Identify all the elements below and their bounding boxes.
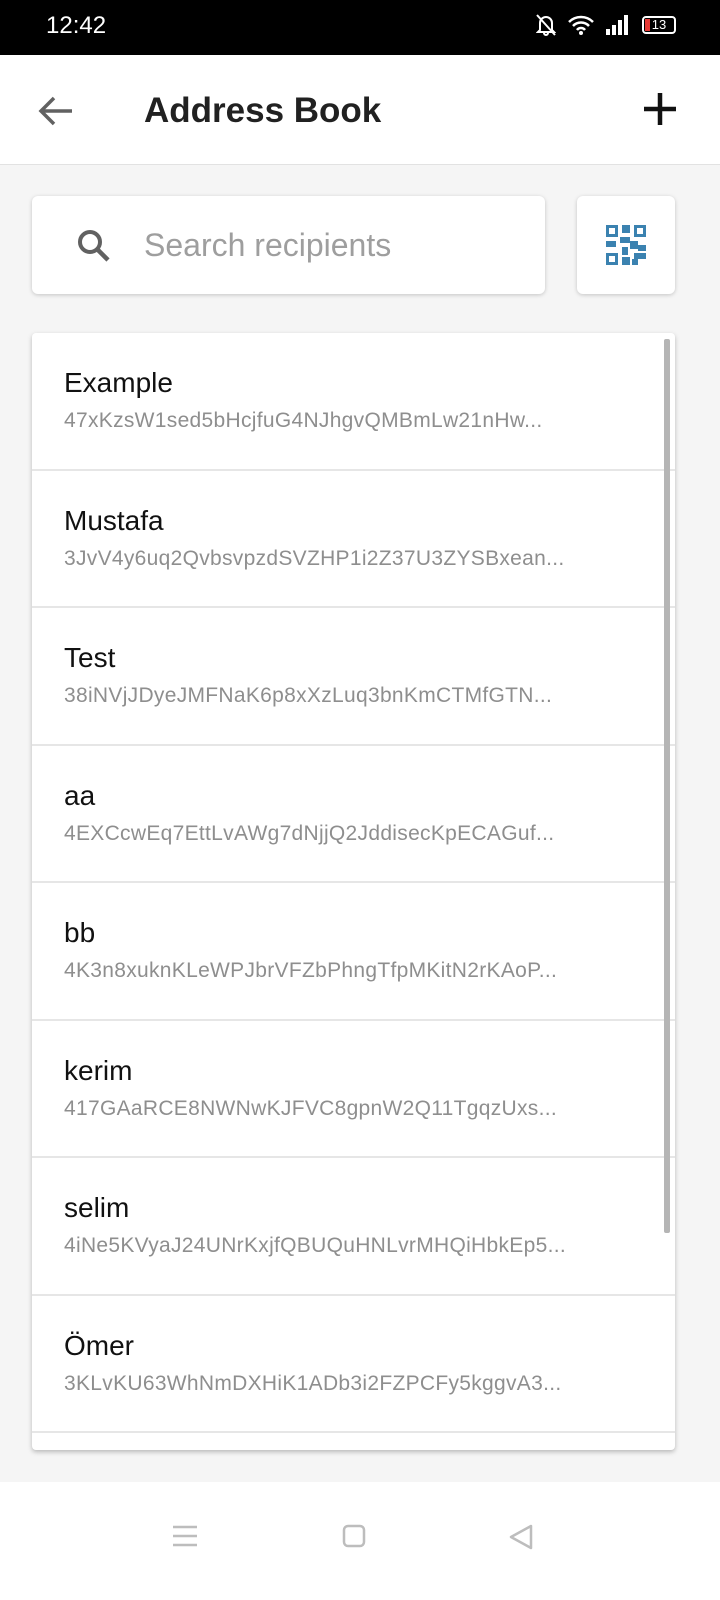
recipient-address: 4EXCcwEq7EttLvAWg7dNjjQ2JddisecKpECAGuf.… bbox=[64, 821, 555, 845]
recipient-item[interactable]: selim 4iNe5KVyaJ24UNrKxjfQBUQuHNLvrMHQiHb… bbox=[32, 1158, 675, 1296]
recipient-name: selim bbox=[64, 1192, 130, 1223]
home-button[interactable] bbox=[342, 1524, 366, 1553]
square-icon bbox=[342, 1524, 366, 1548]
bell-off-icon bbox=[536, 14, 556, 36]
battery-level: 13 bbox=[651, 17, 667, 32]
page-title: Address Book bbox=[144, 91, 382, 130]
recents-button[interactable] bbox=[172, 1524, 198, 1553]
recipient-address: 3JvV4y6uq2QvbsvpzdSVZHP1i2Z37U3ZYSBxean.… bbox=[64, 546, 565, 570]
recipient-name: Example bbox=[64, 367, 173, 398]
search-input[interactable] bbox=[144, 220, 524, 270]
recipient-name: aa bbox=[64, 779, 96, 811]
recipient-address: 417GAaRCE8NWNwKJFVC8gpnW2Q11TgqzUxs... bbox=[64, 1096, 558, 1120]
menu-icon bbox=[173, 1525, 197, 1547]
recipient-item[interactable]: Ömer 3KLvKU63WhNmDXHiK1ADb3i2FZPCFy5kggvA… bbox=[32, 1296, 675, 1433]
recipient-item[interactable]: Mustafa 3JvV4y6uq2QvbsvpzdSVZHP1i2Z37U3ZY… bbox=[32, 471, 675, 608]
qr-code-icon bbox=[606, 225, 646, 265]
wifi-icon bbox=[568, 15, 594, 35]
recipient-name: bb bbox=[64, 917, 96, 948]
recipient-address: 38iNVjJDyeJMFNaK6p8xXzLuq3bnKmCTMfGTN... bbox=[64, 684, 553, 707]
status-bar: 12:42 13 bbox=[0, 0, 720, 55]
status-time: 12:42 bbox=[46, 12, 107, 39]
search-box bbox=[32, 196, 545, 294]
back-button[interactable] bbox=[36, 91, 76, 131]
recipient-item[interactable]: kerim 417GAaRCE8NWNwKJFVC8gpnW2Q11TgqzUxs… bbox=[32, 1021, 675, 1158]
recipient-address: 3KLvKU63WhNmDXHiK1ADb3i2FZPCFy5kggvA3... bbox=[64, 1371, 562, 1395]
list-scrollbar[interactable] bbox=[664, 339, 670, 1233]
triangle-back-icon bbox=[509, 1524, 533, 1550]
back-nav-button[interactable] bbox=[508, 1524, 534, 1555]
scan-qr-button[interactable] bbox=[577, 196, 675, 294]
recipient-list: Example 47xKzsW1sed5bHcjfuG4NJhgvQMBmLw21… bbox=[32, 333, 675, 1450]
recipient-item[interactable]: Test 38iNVjJDyeJMFNaK6p8xXzLuq3bnKmCTMfGT… bbox=[32, 608, 675, 746]
add-recipient-button[interactable] bbox=[640, 89, 680, 129]
recipient-name: kerim bbox=[64, 1054, 133, 1086]
battery-icon: 13 bbox=[642, 16, 676, 34]
plus-icon bbox=[644, 93, 676, 125]
recipient-name: Ömer bbox=[64, 1329, 134, 1361]
recipient-address: 47xKzsW1sed5bHcjfuG4NJhgvQMBmLw21nHw... bbox=[64, 409, 543, 432]
recipient-address: 4iNe5KVyaJ24UNrKxjfQBUQuHNLvrMHQiHbkEp5.… bbox=[64, 1234, 566, 1257]
app-bar: Address Book bbox=[0, 55, 720, 165]
search-icon bbox=[78, 230, 110, 262]
recipient-address: 4K3n8xuknKLeWPJbrVFZbPhngTfpMKitN2rKAoP.… bbox=[64, 959, 558, 982]
system-nav-bar bbox=[0, 1482, 720, 1600]
recipient-item[interactable]: aa 4EXCcwEq7EttLvAWg7dNjjQ2JddisecKpECAGu… bbox=[32, 746, 675, 883]
recipient-item[interactable]: Example 47xKzsW1sed5bHcjfuG4NJhgvQMBmLw21… bbox=[32, 333, 675, 471]
recipient-name: Mustafa bbox=[64, 504, 164, 536]
recipient-name: Test bbox=[64, 642, 116, 673]
recipient-item[interactable]: bb 4K3n8xuknKLeWPJbrVFZbPhngTfpMKitN2rKAo… bbox=[32, 883, 675, 1021]
signal-icon bbox=[606, 15, 628, 35]
arrow-left-icon bbox=[38, 96, 72, 126]
